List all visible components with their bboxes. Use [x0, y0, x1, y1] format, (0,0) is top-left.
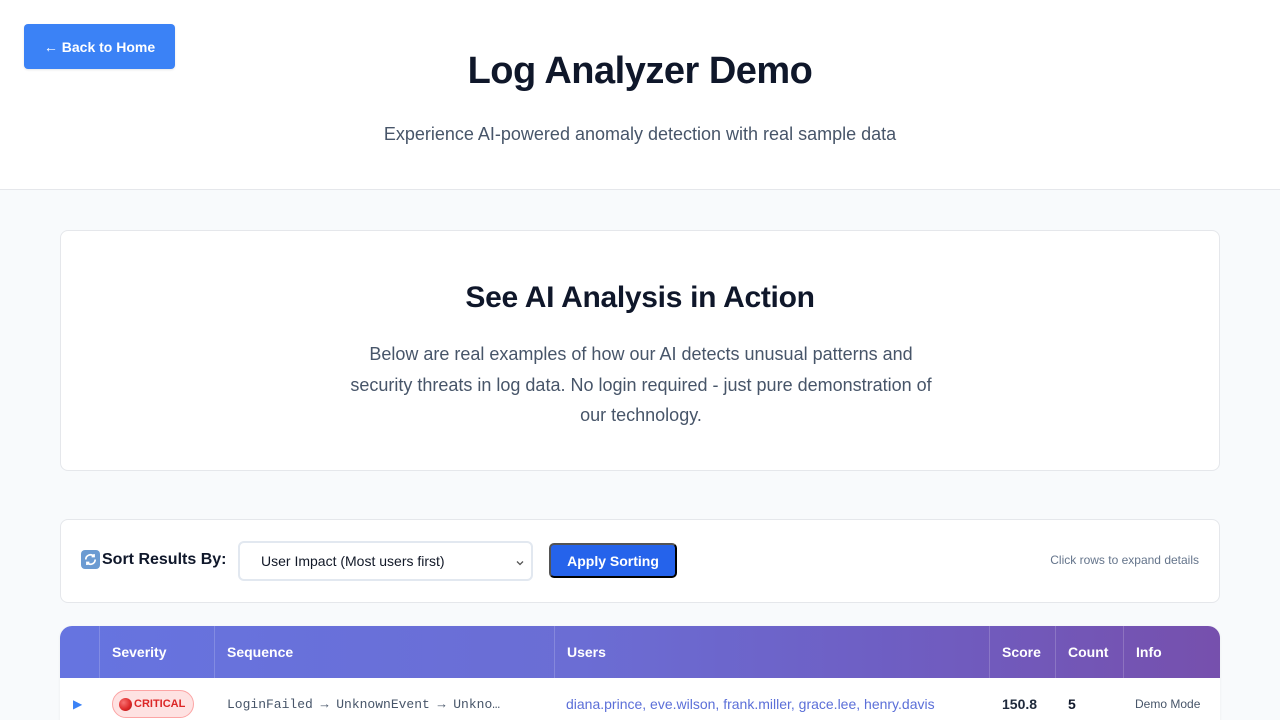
- severity-badge: CRITICAL: [112, 690, 195, 718]
- column-header-users[interactable]: Users: [555, 626, 990, 678]
- table-row[interactable]: ▶ CRITICAL LoginFailed → UnknownEvent → …: [60, 678, 1220, 720]
- column-header-expand: [60, 626, 100, 678]
- column-header-score[interactable]: Score: [990, 626, 1056, 678]
- score-value: 150.8: [1002, 696, 1038, 712]
- sequence-cell: LoginFailed → UnknownEvent → Unkno…: [227, 678, 500, 720]
- chevron-down-icon: [515, 555, 525, 571]
- row-expand-toggle[interactable]: ▶: [73, 697, 82, 711]
- count-cell: 5: [1068, 678, 1076, 720]
- sort-label: Sort Results By:: [102, 550, 227, 568]
- users-cell: diana.prince, eve.wilson, frank.miller, …: [566, 678, 935, 720]
- column-header-count[interactable]: Count: [1056, 626, 1124, 678]
- severity-cell: CRITICAL: [112, 678, 195, 720]
- expand-hint: Click rows to expand details: [1050, 553, 1199, 567]
- intro-title: See AI Analysis in Action: [465, 281, 815, 314]
- users-text[interactable]: diana.prince, eve.wilson, frank.miller, …: [566, 696, 935, 712]
- severity-label: CRITICAL: [134, 698, 186, 710]
- table-header: Severity Sequence Users Score Count Info: [60, 626, 1220, 678]
- intro-card: See AI Analysis in Action Below are real…: [60, 230, 1220, 471]
- expand-arrow-icon[interactable]: ▶: [73, 678, 82, 720]
- count-value: 5: [1068, 696, 1076, 712]
- results-table: Severity Sequence Users Score Count Info…: [60, 626, 1220, 720]
- apply-sorting-button[interactable]: Apply Sorting: [549, 543, 677, 578]
- sort-controls: Sort Results By: User Impact (Most users…: [60, 519, 1220, 603]
- refresh-icon: [81, 550, 100, 569]
- info-text: Demo Mode: [1135, 697, 1201, 711]
- info-cell: Demo Mode: [1135, 678, 1200, 720]
- column-header-severity[interactable]: Severity: [100, 626, 215, 678]
- sort-select-value: User Impact (Most users first): [261, 553, 445, 569]
- sequence-text: LoginFailed → UnknownEvent → Unkno…: [227, 696, 501, 712]
- page-header: ← Back to Home Log Analyzer Demo Experie…: [0, 0, 1280, 190]
- page-subtitle: Experience AI-powered anomaly detection …: [383, 124, 897, 144]
- page-title: Log Analyzer Demo: [467, 50, 813, 92]
- red-circle-icon: [119, 697, 132, 711]
- sort-label-group: Sort Results By:: [81, 550, 226, 569]
- column-header-sequence[interactable]: Sequence: [215, 626, 555, 678]
- intro-text: Below are real examples of how our AI de…: [350, 344, 932, 425]
- score-cell: 150.8: [1002, 678, 1037, 720]
- column-header-info[interactable]: Info: [1124, 626, 1220, 678]
- sort-select[interactable]: User Impact (Most users first): [238, 541, 533, 581]
